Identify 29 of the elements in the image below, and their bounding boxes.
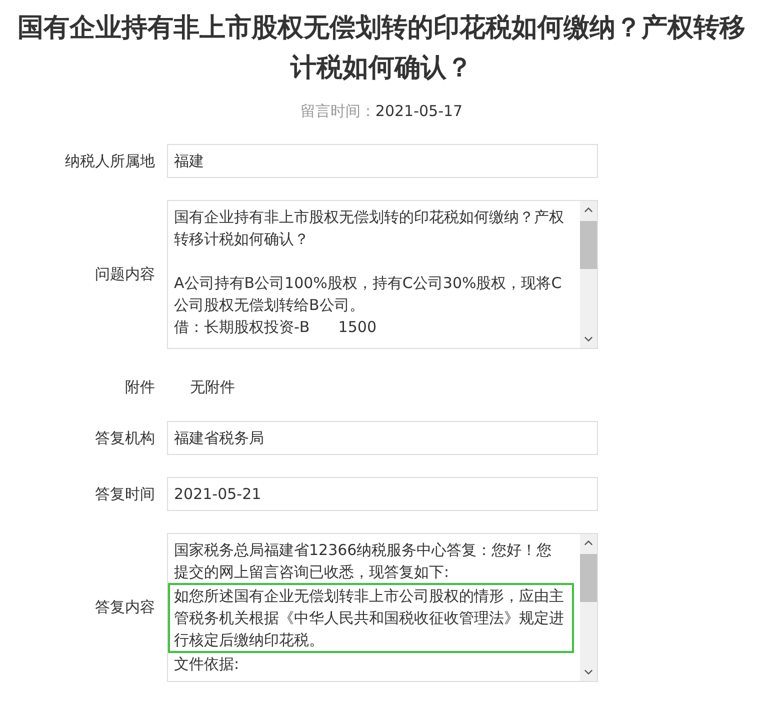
text-field[interactable]: 福建 [167,144,598,178]
scrollbar[interactable] [580,534,597,681]
text-field[interactable]: 福建省税务局 [167,421,598,455]
field-label: 答复内容 [94,598,155,617]
scrollbar[interactable] [580,201,597,348]
paragraph: 国有企业持有非上市股权无偿划转的印花税如何缴纳？产权转移计税如何确认？ [174,207,565,250]
scroll-down-icon[interactable] [584,669,593,675]
paragraph: 国家税务总局福建省12366纳税服务中心答复：您好！您提交的网上留言咨询已收悉，现答复如下: [174,540,553,583]
field-label: 答复时间 [94,484,155,504]
scroll-up-icon[interactable] [584,540,593,546]
paragraph: A公司持有B公司100%股权，持有C公司30%股权，现将C公司股权无偿划转给B公司。 [174,273,563,316]
field-label: 纳税人所属地 [64,152,155,170]
field-label: 问题内容 [94,265,155,284]
scroll-up-icon[interactable] [584,207,593,213]
field-label: 答复机构 [94,428,155,448]
highlighted-paragraph: 如您所述国有企业无偿划转非上市公司股权的情形，应由主管税务机关根据《中华人民共和国税收征收管理法》规定进行核定后缴纳印花税。 [168,583,574,653]
page-title: 国有企业持有非上市股权无偿划转的印花税如何缴纳？产权转移计税如何确认？ [16,12,746,85]
date-label: 留言时间： [300,102,376,120]
scroll-thumb[interactable] [580,554,597,602]
paragraph: 借：长期股权投资-B 1500 [174,317,378,338]
text-field[interactable]: 2021-05-21 [167,477,598,511]
text-area[interactable]: 国有企业持有非上市股权无偿划转的印花税如何缴纳？产权转移计税如何确认？ A公司持有B公司100%股权，持有C公司30%股权，现将C公司股权无偿划转给B公司。 借：长期股权投资-B 1500 [167,200,598,349]
scroll-thumb[interactable] [580,221,597,269]
attachment-text: 无附件 [190,377,235,398]
paragraph: 文件依据: [174,654,240,675]
text-area[interactable]: 国家税务总局福建省12366纳税服务中心答复：您好！您提交的网上留言咨询已收悉，现答复如下: 如您所述国有企业无偿划转非上市公司股权的情形，应由主管税务机关根据《中华人民共和国税收征收管理法》规定进行核定后缴纳印花税。 文件依据: [167,533,598,682]
date-value: 2021-05-17 [375,102,463,120]
field-label: 附件 [124,378,155,396]
scroll-down-icon[interactable] [584,336,593,342]
